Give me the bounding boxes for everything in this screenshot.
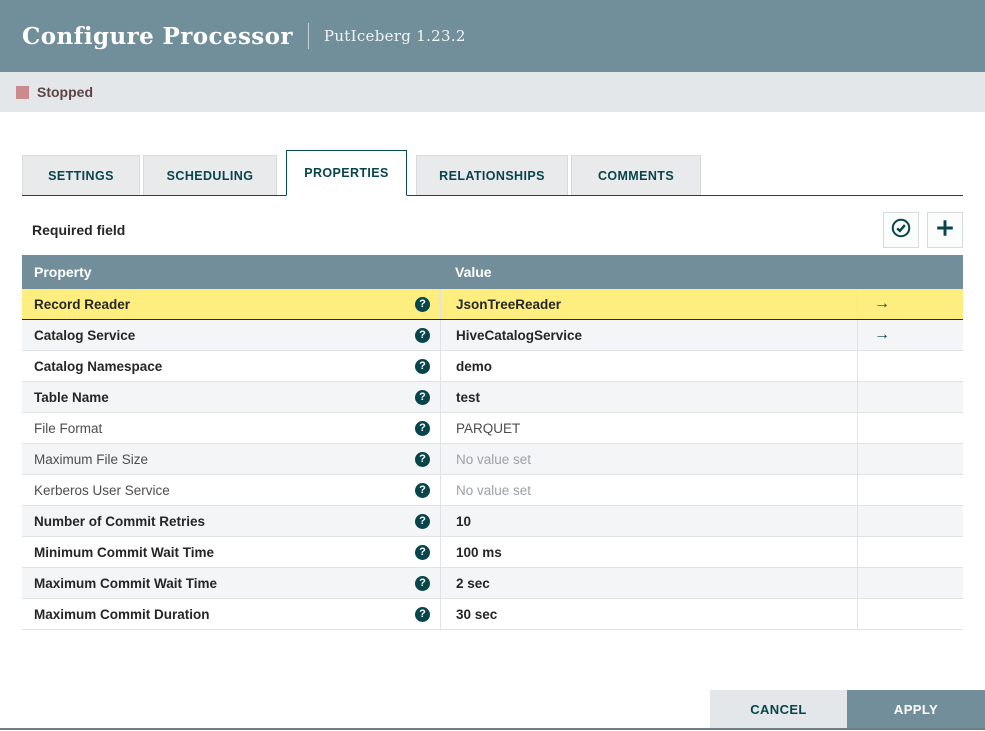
- add-property-button[interactable]: [927, 212, 963, 248]
- help-question-icon[interactable]: ?: [415, 482, 430, 498]
- property-value[interactable]: 10: [440, 506, 857, 536]
- tab-comments[interactable]: COMMENTS: [571, 155, 701, 195]
- property-name: Table Name: [34, 389, 109, 405]
- help-question-icon[interactable]: ?: [415, 513, 430, 529]
- dialog-bottom-border: [0, 728, 985, 730]
- properties-table: Property Value Record Reader? JsonTreeRe…: [22, 255, 963, 630]
- plus-icon: [934, 217, 956, 244]
- tab-scheduling[interactable]: SCHEDULING: [143, 155, 277, 195]
- tab-relationships-label: RELATIONSHIPS: [439, 168, 545, 183]
- table-row-minimum-commit-wait-time[interactable]: Minimum Commit Wait Time? 100 ms: [22, 537, 963, 568]
- property-value[interactable]: 2 sec: [440, 568, 857, 598]
- table-row-kerberos-user-service[interactable]: Kerberos User Service? No value set: [22, 475, 963, 506]
- stopped-status-icon: [16, 85, 29, 99]
- table-row-catalog-service[interactable]: Catalog Service? HiveCatalogService →: [22, 320, 963, 351]
- help-question-icon[interactable]: ?: [415, 420, 430, 436]
- table-row-file-format[interactable]: File Format? PARQUET: [22, 413, 963, 444]
- property-name: Maximum Commit Wait Time: [34, 575, 218, 591]
- table-row-maximum-file-size[interactable]: Maximum File Size? No value set: [22, 444, 963, 475]
- property-name: File Format: [34, 420, 103, 436]
- verify-properties-button[interactable]: [883, 212, 919, 248]
- tab-settings[interactable]: SETTINGS: [22, 155, 140, 195]
- dialog-footer: CANCEL APPLY: [710, 690, 985, 728]
- table-row-catalog-namespace[interactable]: Catalog Namespace? demo: [22, 351, 963, 382]
- property-name: Kerberos User Service: [34, 482, 170, 498]
- column-header-value: Value: [455, 264, 492, 280]
- column-header-property: Property: [34, 264, 92, 280]
- property-value-empty[interactable]: No value set: [440, 475, 857, 505]
- check-circle-icon: [890, 217, 912, 244]
- property-name: Maximum File Size: [34, 451, 149, 467]
- tab-properties-label: PROPERTIES: [304, 166, 389, 180]
- property-name: Minimum Commit Wait Time: [34, 544, 215, 560]
- required-field-label: Required field: [32, 222, 126, 238]
- property-action-buttons: [883, 212, 963, 248]
- dialog-header: Configure Processor PutIceberg 1.23.2: [0, 0, 985, 72]
- goto-service-arrow-icon[interactable]: →: [874, 295, 890, 313]
- table-row-record-reader[interactable]: Record Reader? JsonTreeReader →: [22, 289, 963, 320]
- help-question-icon[interactable]: ?: [415, 575, 430, 591]
- property-value[interactable]: test: [440, 382, 857, 412]
- cancel-button[interactable]: CANCEL: [710, 690, 847, 728]
- goto-service-arrow-icon[interactable]: →: [874, 326, 890, 344]
- table-row-table-name[interactable]: Table Name? test: [22, 382, 963, 413]
- processor-name-version: PutIceberg 1.23.2: [323, 27, 466, 45]
- table-row-maximum-commit-duration[interactable]: Maximum Commit Duration? 30 sec: [22, 599, 963, 630]
- status-label: Stopped: [37, 84, 93, 100]
- tab-comments-label: COMMENTS: [597, 168, 675, 183]
- help-question-icon[interactable]: ?: [415, 606, 430, 622]
- apply-button[interactable]: APPLY: [847, 690, 985, 728]
- help-question-icon[interactable]: ?: [415, 451, 430, 467]
- title-divider: [307, 23, 309, 49]
- tab-settings-label: SETTINGS: [48, 168, 114, 183]
- configure-processor-dialog: Configure Processor PutIceberg 1.23.2 St…: [0, 0, 985, 731]
- property-name: Record Reader: [34, 296, 131, 312]
- dialog-title: Configure Processor: [22, 22, 293, 50]
- tab-properties[interactable]: PROPERTIES: [286, 150, 407, 196]
- property-value[interactable]: JsonTreeReader: [440, 289, 857, 319]
- help-question-icon[interactable]: ?: [415, 327, 430, 343]
- tab-scheduling-label: SCHEDULING: [166, 168, 254, 183]
- status-bar: Stopped: [0, 72, 985, 112]
- tab-relationships[interactable]: RELATIONSHIPS: [416, 155, 568, 195]
- property-name: Maximum Commit Duration: [34, 606, 210, 622]
- property-name: Catalog Namespace: [34, 358, 163, 374]
- properties-toolbar: Required field: [22, 212, 963, 248]
- property-value-empty[interactable]: No value set: [440, 444, 857, 474]
- property-value[interactable]: demo: [440, 351, 857, 381]
- table-row-maximum-commit-wait-time[interactable]: Maximum Commit Wait Time? 2 sec: [22, 568, 963, 599]
- property-value[interactable]: 30 sec: [440, 599, 857, 629]
- property-name: Catalog Service: [34, 327, 136, 343]
- help-question-icon[interactable]: ?: [415, 389, 430, 405]
- property-value[interactable]: 100 ms: [440, 537, 857, 567]
- table-header: Property Value: [22, 255, 963, 289]
- help-question-icon[interactable]: ?: [415, 358, 430, 374]
- tab-bar: SETTINGS SCHEDULING PROPERTIES RELATIONS…: [22, 131, 963, 196]
- property-value[interactable]: HiveCatalogService: [440, 320, 857, 350]
- table-row-number-of-commit-retries[interactable]: Number of Commit Retries? 10: [22, 506, 963, 537]
- dialog-content: SETTINGS SCHEDULING PROPERTIES RELATIONS…: [0, 112, 985, 630]
- help-question-icon[interactable]: ?: [415, 544, 430, 560]
- property-name: Number of Commit Retries: [34, 513, 206, 529]
- help-question-icon[interactable]: ?: [415, 296, 430, 312]
- property-value[interactable]: PARQUET: [440, 413, 857, 443]
